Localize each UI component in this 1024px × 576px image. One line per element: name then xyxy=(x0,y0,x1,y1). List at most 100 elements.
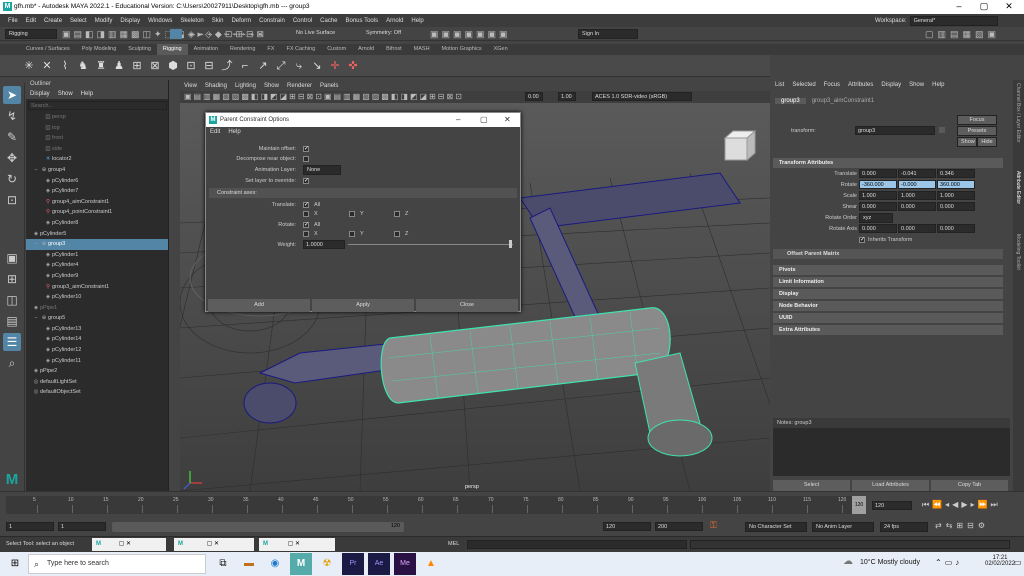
tab-channel-box[interactable]: Channel Box / Layer Editor xyxy=(1015,83,1021,168)
exposure-field[interactable]: 0.00 xyxy=(525,92,543,101)
mel-label[interactable]: MEL xyxy=(448,541,459,547)
rotate-y-checkbox[interactable] xyxy=(349,231,355,237)
ik-handle-icon[interactable]: ✕ xyxy=(40,59,54,73)
rotate-all-checkbox[interactable]: ✓ xyxy=(303,222,309,228)
premiere-icon[interactable]: Pr xyxy=(342,553,364,575)
tab-modeling-toolkit[interactable]: Modeling Toolkit xyxy=(1015,234,1021,294)
minimized-window-1[interactable]: M ▢ ✕ xyxy=(92,538,166,551)
outliner-menu-help[interactable]: Help xyxy=(81,91,93,97)
outliner-item-pcylinder10[interactable]: ◈ pCylinder10 xyxy=(26,292,168,303)
menu-edit[interactable]: Edit xyxy=(26,18,36,24)
dialog-minimize-button[interactable]: – xyxy=(456,113,460,127)
scale-z-field[interactable]: 1.000 xyxy=(937,191,975,200)
anim-layer-selector[interactable]: No Anim Layer xyxy=(812,522,874,532)
menu-select[interactable]: Select xyxy=(70,18,87,24)
viewport-menu-view[interactable]: View xyxy=(184,83,197,89)
outliner-item-front[interactable]: ◫front xyxy=(26,133,168,144)
range-bar[interactable]: 120 xyxy=(112,522,404,532)
translate-y-checkbox[interactable] xyxy=(349,211,355,217)
shelf-tab-curves-surfaces[interactable]: Curves / Surfaces xyxy=(20,44,76,55)
menu-file[interactable]: File xyxy=(8,18,18,24)
render-icons[interactable]: ▣▣▣▣▣▣▣ xyxy=(430,29,511,40)
tab-attribute-editor[interactable]: Attribute Editor xyxy=(1015,171,1021,231)
outliner-item-group4[interactable]: − ⊕ group4 xyxy=(26,165,168,176)
outliner-item-pcylinder7[interactable]: ◈ pCylinder7 xyxy=(26,186,168,197)
select-mode-icon[interactable] xyxy=(170,29,182,39)
go-to-node-icon[interactable] xyxy=(939,127,945,133)
shelf-tab-arnold[interactable]: Arnold xyxy=(352,44,380,55)
show-button[interactable]: Show xyxy=(957,137,977,147)
copy-tab-button[interactable]: Copy Tab xyxy=(931,480,1008,491)
add-button[interactable]: Add xyxy=(208,299,310,312)
viewport-menu-shading[interactable]: Shading xyxy=(205,83,227,89)
apply-button[interactable]: Apply xyxy=(312,299,414,312)
shelf-tab-xgen[interactable]: XGen xyxy=(488,44,514,55)
workspace-selector[interactable]: Workspace: General* xyxy=(875,16,998,26)
maximize-button[interactable]: ▢ xyxy=(975,1,993,12)
panel-toolbar-icons[interactable]: ▣▤▥▦▧▨▩◧◨◩◪⊞⊟⊠⊡▣▤▥▦▧▨▩◧◨◩◪⊞⊟⊠⊡ xyxy=(184,92,464,101)
rotate-order-dropdown[interactable]: xyz xyxy=(859,212,893,223)
close-button[interactable]: Close xyxy=(416,299,518,312)
outliner-item-pcylinder1[interactable]: ◈ pCylinder1 xyxy=(26,250,168,261)
mel-input[interactable] xyxy=(467,540,687,549)
menu-arnold[interactable]: Arnold xyxy=(386,18,403,24)
maya-taskbar-icon[interactable]: M xyxy=(290,553,312,575)
shelf-tab-fx-caching[interactable]: FX Caching xyxy=(280,44,321,55)
weather-text[interactable]: 10°C Mostly cloudy xyxy=(860,559,920,566)
shelf-tab-rendering[interactable]: Rendering xyxy=(224,44,261,55)
viewport-menu-renderer[interactable]: Renderer xyxy=(287,83,312,89)
current-frame-field[interactable]: 120 xyxy=(872,501,912,510)
notes-textarea[interactable] xyxy=(773,428,1010,476)
outliner-search-input[interactable] xyxy=(28,101,167,110)
menu-deform[interactable]: Deform xyxy=(231,18,251,24)
translate-x-checkbox[interactable] xyxy=(303,211,309,217)
taskbar-clock[interactable]: 17:21 02/02/2022 xyxy=(985,555,1015,567)
minimized-window-3[interactable]: M ▢ ✕ xyxy=(259,538,335,551)
bind-skin-icon[interactable]: ⊞ xyxy=(130,59,144,73)
select-tool-icon[interactable]: ➤ xyxy=(3,86,21,104)
single-view-icon[interactable]: ▣ xyxy=(3,249,21,267)
menu-create[interactable]: Create xyxy=(44,18,62,24)
dialog-maximize-button[interactable]: ▢ xyxy=(480,113,488,127)
focus-button[interactable]: Focus xyxy=(957,115,997,125)
outliner-item-ppipe2[interactable]: ◈ pPipe2 xyxy=(26,366,168,377)
section-pivots[interactable]: Pivots xyxy=(773,265,1003,275)
ae-menu-help[interactable]: Help xyxy=(932,82,944,88)
menu-help[interactable]: Help xyxy=(411,18,423,24)
fps-dropdown[interactable]: 24 fps xyxy=(880,522,928,532)
workspace-dropdown[interactable]: General* xyxy=(909,16,998,26)
viewport-menu-lighting[interactable]: Lighting xyxy=(235,83,256,89)
hide-button[interactable]: Hide xyxy=(977,137,997,147)
remove-influence-icon[interactable]: ✜ xyxy=(346,59,360,73)
dialog-menu-edit[interactable]: Edit xyxy=(210,129,220,135)
skeleton-icon[interactable]: ♟ xyxy=(112,59,126,73)
expand-icon[interactable]: − xyxy=(32,165,40,176)
aim-constraint-icon[interactable]: ⌐ xyxy=(238,59,252,73)
character-set-dropdown[interactable]: No Character Set xyxy=(745,522,807,532)
translate-z-field[interactable]: 0.346 xyxy=(937,169,975,178)
shelf-tab-sculpting[interactable]: Sculpting xyxy=(122,44,157,55)
scale-constraint-icon[interactable]: ⤢ xyxy=(274,59,288,73)
four-view-icon[interactable]: ⊞ xyxy=(3,270,21,288)
ik-spline-icon[interactable]: ⌇ xyxy=(58,59,72,73)
shelf-tab-fx[interactable]: FX xyxy=(261,44,280,55)
ae-menu-focus[interactable]: Focus xyxy=(824,82,840,88)
weight-slider-track[interactable] xyxy=(348,244,513,245)
expand-icon[interactable]: − xyxy=(32,239,40,250)
outliner-item-pcylinder12[interactable]: ◈ pCylinder12 xyxy=(26,345,168,356)
magnifier-icon[interactable]: ⌕ xyxy=(3,354,21,372)
close-window-button[interactable]: ✕ xyxy=(1000,1,1018,12)
outliner-layout-icon[interactable]: ☰ xyxy=(3,333,21,351)
outliner-item-group4-aimconstraint1[interactable]: ⚲ group4_aimConstraint1 xyxy=(26,197,168,208)
minimize-button[interactable]: – xyxy=(950,1,968,11)
outliner-item-group5[interactable]: − ⊕ group5 xyxy=(26,313,168,324)
section-uuid[interactable]: UUID xyxy=(773,313,1003,323)
rotate-axis-y-field[interactable]: 0.000 xyxy=(898,224,936,233)
vlc-icon[interactable]: ▲ xyxy=(420,553,442,575)
blend-shape-icon[interactable]: ⊟ xyxy=(202,59,216,73)
windows-start-icon[interactable]: ⊞ xyxy=(4,553,26,575)
translate-z-checkbox[interactable] xyxy=(394,211,400,217)
shear-y-field[interactable]: 0.000 xyxy=(898,202,936,211)
colorspace-dropdown[interactable]: ACES 1.0 SDR-video (sRGB) xyxy=(592,92,692,101)
range-end-field[interactable]: 200 xyxy=(655,522,703,531)
